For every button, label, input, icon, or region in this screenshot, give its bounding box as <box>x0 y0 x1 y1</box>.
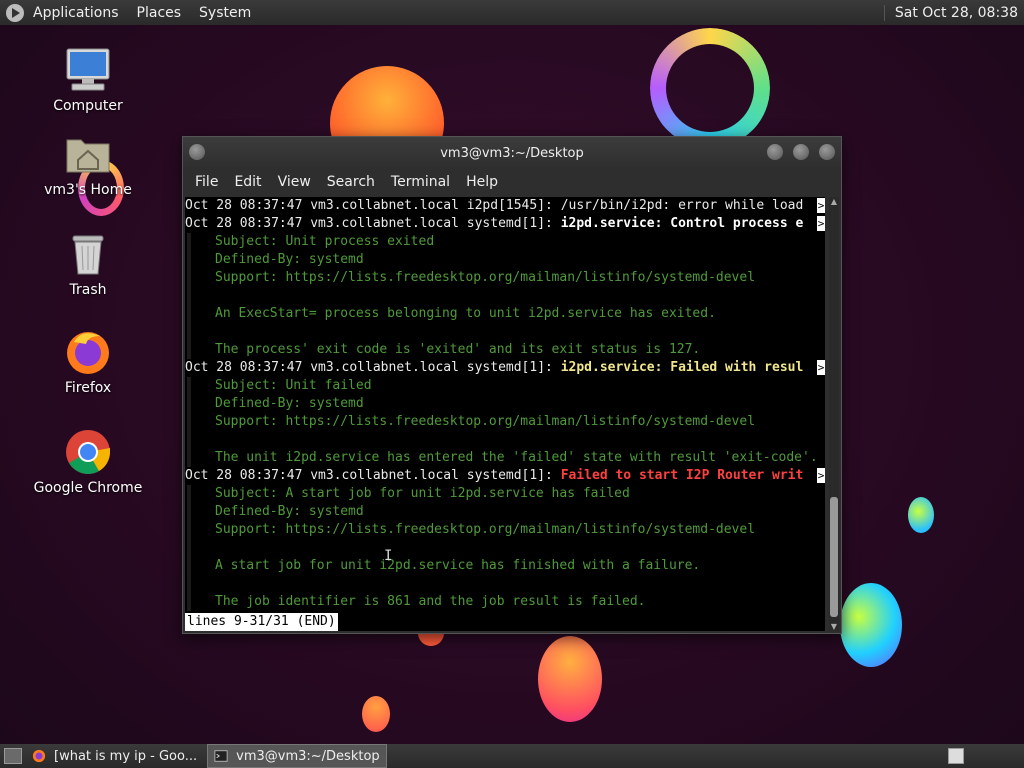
trash-icon <box>64 230 112 278</box>
log-entry-prefix: Oct 28 08:37:47 vm3.collabnet.local syst… <box>185 216 561 231</box>
terminal-menubar: File Edit View Search Terminal Help <box>183 169 841 195</box>
log-entry-line: Oct 28 08:37:47 vm3.collabnet.local syst… <box>185 467 825 485</box>
wallpaper-bubble <box>538 636 602 722</box>
log-detail-line: Support: https://lists.freedesktop.org/m… <box>187 413 823 431</box>
log-detail-line: Defined-By: systemd <box>187 395 823 413</box>
menu-system[interactable]: System <box>190 5 260 21</box>
minimize-button[interactable] <box>767 144 783 160</box>
log-detail-line: Subject: A start job for unit i2pd.servi… <box>187 485 823 503</box>
desktop-icon-computer[interactable]: Computer <box>28 46 148 114</box>
log-entry-message: /usr/bin/i2pd: error while load <box>560 198 804 213</box>
pager-status: lines 9-31/31 (END) <box>185 613 338 631</box>
home-folder-icon <box>64 130 112 178</box>
mate-logo-icon[interactable] <box>6 3 24 22</box>
log-detail-line: The unit i2pd.service has entered the 'f… <box>187 449 823 467</box>
wallpaper-bubble <box>908 497 934 533</box>
menu-applications[interactable]: Applications <box>24 5 128 21</box>
log-detail-line <box>187 287 823 305</box>
line-truncated-icon: > <box>817 216 825 231</box>
desktop-icon-label: Google Chrome <box>33 480 143 496</box>
log-detail-line: An ExecStart= process belonging to unit … <box>187 305 823 323</box>
log-entry-message: i2pd.service: Failed with resul <box>560 360 804 375</box>
desktop-icon-label: vm3's Home <box>44 182 132 198</box>
line-truncated-icon: > <box>817 198 825 213</box>
window-titlebar[interactable]: vm3@vm3:~/Desktop <box>183 137 841 169</box>
top-panel: Applications Places System Sat Oct 28, 0… <box>0 0 1024 25</box>
log-detail-line <box>187 323 823 341</box>
taskbar-item-label: vm3@vm3:~/Desktop <box>236 748 380 764</box>
show-desktop-icon[interactable] <box>4 748 22 764</box>
log-detail-line: The process' exit code is 'exited' and i… <box>187 341 823 359</box>
log-detail-line <box>187 431 823 449</box>
log-detail-line <box>187 575 823 593</box>
log-detail-line: Subject: Unit failed <box>187 377 823 395</box>
menu-search[interactable]: Search <box>319 174 383 190</box>
desktop-icon-label: Computer <box>53 98 123 114</box>
menu-help[interactable]: Help <box>458 174 506 190</box>
firefox-icon <box>32 749 46 763</box>
terminal-screen[interactable]: Oct 28 08:37:47 vm3.collabnet.local i2pd… <box>185 197 825 631</box>
line-truncated-icon: > <box>817 360 825 375</box>
desktop-icon-firefox[interactable]: Firefox <box>28 328 148 396</box>
log-detail-line: Support: https://lists.freedesktop.org/m… <box>187 269 823 287</box>
log-entry-line: Oct 28 08:37:47 vm3.collabnet.local syst… <box>185 215 825 233</box>
wallpaper-ring <box>650 28 770 148</box>
desktop-icon-label: Firefox <box>64 380 112 396</box>
taskbar-item-firefox[interactable]: [what is my ip - Goo... <box>26 745 203 767</box>
log-entry-line: Oct 28 08:37:47 vm3.collabnet.local syst… <box>185 359 825 377</box>
workspace-switcher[interactable] <box>948 748 964 764</box>
clock[interactable]: Sat Oct 28, 08:38 <box>883 4 1024 21</box>
log-entry-prefix: Oct 28 08:37:47 vm3.collabnet.local i2pd… <box>185 198 561 213</box>
terminal-window[interactable]: vm3@vm3:~/Desktop File Edit View Search … <box>182 136 842 634</box>
log-entry-message: i2pd.service: Control process e <box>560 216 804 231</box>
taskbar-item-terminal[interactable]: vm3@vm3:~/Desktop <box>207 744 387 768</box>
log-entry-line: Oct 28 08:37:47 vm3.collabnet.local i2pd… <box>185 197 825 215</box>
terminal-icon <box>214 750 228 762</box>
desktop-icon-home[interactable]: vm3's Home <box>28 130 148 198</box>
log-detail-line <box>187 539 823 557</box>
desktop-icon-label: Trash <box>69 282 107 298</box>
log-entry-prefix: Oct 28 08:37:47 vm3.collabnet.local syst… <box>185 468 561 483</box>
menu-file[interactable]: File <box>187 174 226 190</box>
firefox-icon <box>64 328 112 376</box>
window-menu-button[interactable] <box>189 144 205 160</box>
log-entry-prefix: Oct 28 08:37:47 vm3.collabnet.local syst… <box>185 360 561 375</box>
log-detail-line: The job identifier is 861 and the job re… <box>187 593 823 611</box>
scroll-down-icon[interactable]: ▼ <box>830 622 838 631</box>
bottom-panel: [what is my ip - Goo... vm3@vm3:~/Deskto… <box>0 744 1024 768</box>
maximize-button[interactable] <box>793 144 809 160</box>
taskbar-item-label: [what is my ip - Goo... <box>54 748 198 764</box>
wallpaper-bubble <box>840 583 902 667</box>
log-entry-message: Failed to start I2P Router writ <box>560 468 804 483</box>
menu-edit[interactable]: Edit <box>226 174 269 190</box>
menu-terminal[interactable]: Terminal <box>383 174 458 190</box>
desktop-icon-trash[interactable]: Trash <box>28 230 148 298</box>
log-detail-line: Defined-By: systemd <box>187 503 823 521</box>
menu-view[interactable]: View <box>270 174 319 190</box>
menu-places[interactable]: Places <box>128 5 191 21</box>
window-title: vm3@vm3:~/Desktop <box>440 145 584 161</box>
wallpaper-bubble <box>362 696 390 732</box>
log-detail-line: Subject: Unit process exited <box>187 233 823 251</box>
log-detail-line: Defined-By: systemd <box>187 251 823 269</box>
computer-icon <box>64 46 112 94</box>
close-button[interactable] <box>819 144 835 160</box>
log-detail-line: Support: https://lists.freedesktop.org/m… <box>187 521 823 539</box>
log-detail-line: A start job for unit i2pd.service has fi… <box>187 557 823 575</box>
desktop-icon-chrome[interactable]: Google Chrome <box>28 428 148 496</box>
line-truncated-icon: > <box>817 468 825 483</box>
terminal-scrollbar[interactable]: ▲ ▼ <box>829 197 839 631</box>
mouse-ibeam-cursor-icon: I <box>384 548 393 564</box>
chrome-icon <box>64 428 112 476</box>
scroll-up-icon[interactable]: ▲ <box>830 197 838 206</box>
scrollbar-thumb[interactable] <box>830 497 838 617</box>
